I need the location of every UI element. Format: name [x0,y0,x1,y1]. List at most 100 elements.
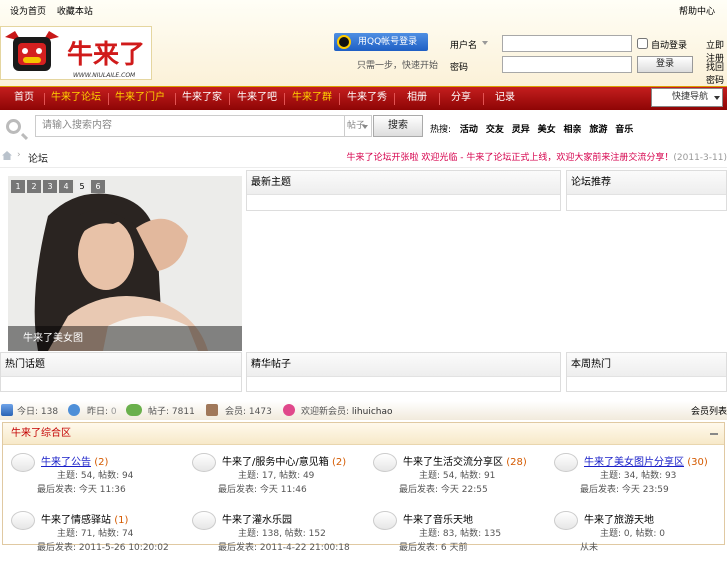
logo-graphic: 牛来了 WWW.NIULAILE.COM [1,27,151,79]
breadcrumb-separator-icon: › [17,150,21,160]
clock-icon [68,404,80,416]
username-type-arrow-icon[interactable] [482,41,488,45]
stat-yesterday-value: 0 [110,407,117,417]
slide-page-3[interactable]: 3 [43,180,57,193]
hot-topics-box: 热门话题 [0,352,242,392]
auto-login-checkbox[interactable] [637,38,648,49]
announcement-text-2: 牛来了论坛正式上线，欢迎大家前来注册交流分享！ [466,153,674,163]
quick-nav-value: 快捷导航 [672,92,709,102]
forum-item[interactable]: 牛来了/服务中心/意见箱 (2) 主题: 17, 帖数: 49 最后发表: 今天… [188,453,368,503]
hot-link[interactable]: 相亲 [563,125,581,135]
nav-item-share[interactable]: 分享 [444,87,478,111]
forum-last-post[interactable]: 最后发表: 今天 11:46 [218,482,307,495]
forum-name[interactable]: 牛来了旅游天地 [584,515,654,526]
login-button[interactable]: 登录 [637,56,693,73]
slide-page-4[interactable]: 4 [59,180,73,193]
nav-item-home-space[interactable]: 牛来了家 [180,87,224,111]
forum-last-post[interactable]: 从未 [580,540,598,553]
forum-item[interactable]: 牛来了音乐天地 主题: 83, 帖数: 135 最后发表: 6 天前 [369,511,549,561]
forum-item[interactable]: 牛来了生活交流分享区 (28) 主题: 54, 帖数: 91 最后发表: 今天 … [369,453,549,503]
hot-link[interactable]: 美女 [538,125,556,135]
forum-item[interactable]: 牛来了灌水乐园 主题: 138, 帖数: 152 最后发表: 2011-4-22… [188,511,368,561]
stat-newest-label: 欢迎新会员: [301,407,350,417]
forum-name[interactable]: 牛来了音乐天地 [403,515,473,526]
stat-posts-label: 帖子: [148,407,170,417]
forum-last-post[interactable]: 最后发表: 今天 11:36 [37,482,126,495]
forum-item[interactable]: 牛来了旅游天地 主题: 0, 帖数: 0 从未 [550,511,727,561]
nav-item-bar[interactable]: 牛来了吧 [235,87,279,111]
forum-meta: 主题: 83, 帖数: 135 [419,529,502,539]
hot-link[interactable]: 灵异 [512,125,530,135]
bookmark-link[interactable]: 收藏本站 [57,7,93,17]
nav-item-show[interactable]: 牛来了秀 [345,87,389,111]
announcement[interactable]: 牛来了论坛开张啦 欢迎光临 - 牛来了论坛正式上线，欢迎大家前来注册交流分享！(… [347,150,727,163]
stat-members-value: 1473 [248,407,272,417]
hot-link[interactable]: 活动 [460,125,478,135]
forum-meta: 主题: 138, 帖数: 152 [238,529,326,539]
forum-name[interactable]: 牛来了/服务中心/意见箱 [222,457,329,468]
username-input[interactable] [502,35,632,52]
member-list-link[interactable]: 会员列表 [691,404,727,417]
password-input[interactable] [502,56,632,73]
forgot-password-link[interactable]: 找回密码 [706,60,727,86]
qq-login-tip: 只需一步，快速开始 [357,61,439,71]
nav-item-record[interactable]: 记录 [488,87,522,111]
nav-item-portal[interactable]: 牛来了门户网 [114,87,166,125]
recommend-box-title: 论坛推荐 [567,171,726,195]
forum-last-post[interactable]: 最后发表: 今天 23:59 [580,482,669,495]
bar-chart-icon [1,404,13,416]
slide-page-6[interactable]: 6 [91,180,105,193]
hot-link[interactable]: 音乐 [615,125,633,135]
forum-name[interactable]: 牛来了灌水乐园 [222,515,292,526]
latest-box-title: 最新主题 [247,171,560,195]
forum-stats: 今日: 138 昨日: 0 帖子: 7811 会员: 1473 欢迎新会员: l… [0,401,727,420]
member-icon [206,404,218,416]
chevron-down-icon [714,96,720,100]
slide-caption[interactable]: 牛来了美女图 [8,326,242,351]
forum-today-count: (2) [94,457,109,468]
home-icon[interactable] [2,151,12,160]
forum-today-count: (28) [506,457,527,468]
forum-name[interactable]: 牛来了公告 [41,457,91,468]
forum-section-title[interactable]: 牛来了综合区 [11,428,71,439]
search-input[interactable]: 请输入搜索内容 [35,115,345,137]
hot-topics-title: 热门话题 [1,353,241,377]
help-link[interactable]: 帮助中心 [679,4,715,17]
set-homepage-link[interactable]: 设为首页 [10,7,46,17]
image-slideshow[interactable]: 123456 牛来了美女图 [8,176,242,351]
search-button[interactable]: 搜索 [373,115,423,137]
nav-item-group[interactable]: 牛来了群 [290,87,334,111]
auto-login-label: 自动登录 [651,41,688,51]
forum-section: 牛来了综合区 牛来了公告 (2) 主题: 54, 帖数: 94 最后发表: 今天… [2,422,727,553]
forum-last-post[interactable]: 最后发表: 2011-4-22 21:00:18 [218,540,350,553]
forum-today-count: (2) [331,457,347,468]
stat-newest-value[interactable]: lihuichao [352,407,393,417]
slide-photo [8,176,242,351]
nav-item-home[interactable]: 首页 [8,87,40,111]
forum-name[interactable]: 牛来了情感驿站 [41,515,111,526]
slide-page-1[interactable]: 1 [11,180,25,193]
collapse-icon[interactable] [710,433,718,435]
forum-name[interactable]: 牛来了生活交流分享区 [403,457,503,468]
hot-link[interactable]: 旅游 [589,125,607,135]
forum-name[interactable]: 牛来了美女图片分享区 [584,457,684,468]
slide-page-5[interactable]: 5 [75,180,89,193]
forum-item[interactable]: 牛来了公告 (2) 主题: 54, 帖数: 94 最后发表: 今天 11:36 [7,453,187,503]
slide-page-2[interactable]: 2 [27,180,41,193]
qq-login-button[interactable]: 用QQ帐号登录 [334,33,428,51]
forum-last-post[interactable]: 最后发表: 6 天前 [399,540,467,553]
search-icon [6,119,21,134]
forum-item[interactable]: 牛来了情感驿站 (1) 主题: 71, 帖数: 74 最后发表: 2011-5-… [7,511,187,561]
forum-bubble-icon [192,511,216,530]
forum-item[interactable]: 牛来了美女图片分享区 (30) 主题: 34, 帖数: 93 最后发表: 今天 … [550,453,727,503]
nav-item-forum[interactable]: 牛来了论坛 [50,87,102,111]
site-logo[interactable]: 牛来了 WWW.NIULAILE.COM [0,26,152,80]
forum-last-post[interactable]: 最后发表: 2011-5-26 10:20:02 [37,540,169,553]
forum-bubble-icon [11,453,35,472]
nav-item-album[interactable]: 相册 [400,87,434,111]
search-type-select[interactable]: 帖子 [345,115,372,137]
forum-last-post[interactable]: 最后发表: 今天 22:55 [399,482,488,495]
forum-bubble-icon [373,511,397,530]
hot-link[interactable]: 交友 [486,125,504,135]
quick-nav-select[interactable]: 快捷导航 [651,88,723,107]
